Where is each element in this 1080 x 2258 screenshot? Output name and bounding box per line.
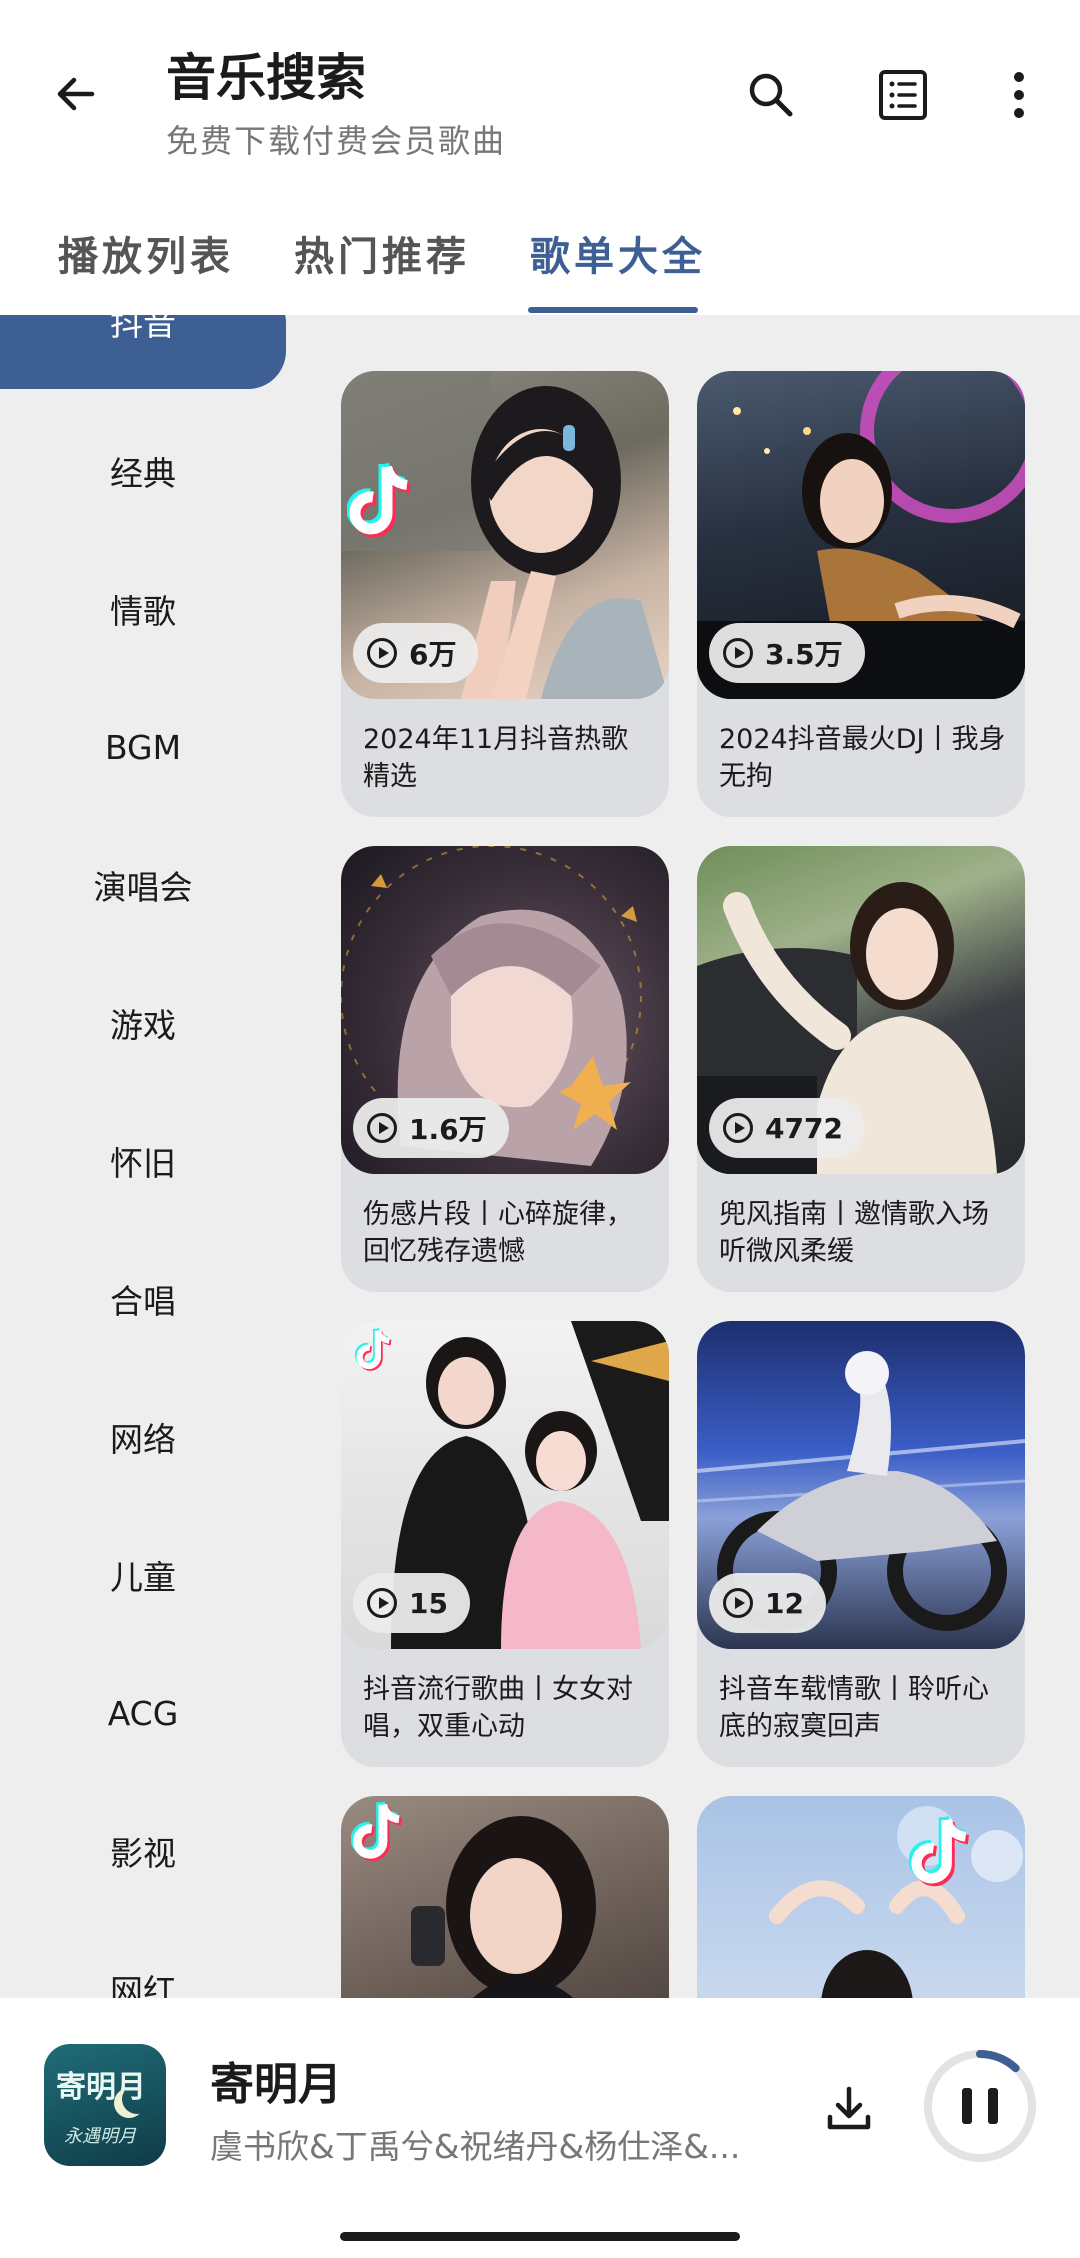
album-cover[interactable]: 寄明月 永遇明月 <box>44 2044 166 2166</box>
playlist-name: 2024抖音最火DJ丨我身无拘 <box>719 724 1006 792</box>
playlist-card[interactable]: 6万 2024年11月抖音热歌精选 <box>341 371 669 817</box>
category-item[interactable]: BGM <box>0 709 286 785</box>
mini-player[interactable]: 寄明月 永遇明月 寄明月 虞书欣&丁禹兮&祝绪丹&杨仕泽&... <box>0 1998 1080 2258</box>
content-area: 抖音 经典 情歌 BGM 演唱会 游戏 怀旧 合唱 网络 儿童 ACG 影视 网… <box>0 315 1080 1998</box>
category-item[interactable]: 儿童 <box>0 1537 286 1613</box>
list-icon[interactable] <box>868 60 938 130</box>
category-item[interactable]: 抖音 <box>0 315 286 389</box>
page-title: 音乐搜索 <box>166 49 366 107</box>
play-count: 1.6万 <box>409 1113 487 1146</box>
play-count: 4772 <box>765 1111 843 1145</box>
play-icon <box>723 638 753 668</box>
category-item[interactable]: 怀旧 <box>0 1123 286 1199</box>
play-count-badge: 12 <box>709 1573 826 1633</box>
playlist-name: 兜风指南丨邀情歌入场听微风柔缓 <box>719 1199 989 1267</box>
tab-playlist[interactable]: 播放列表 <box>58 224 234 282</box>
playlist-cover <box>697 1796 1025 1998</box>
playlist-card[interactable]: 15 抖音流行歌曲丨女女对唱，双重心动 <box>341 1321 669 1767</box>
playlist-name: 抖音流行歌曲丨女女对唱，双重心动 <box>363 1674 633 1742</box>
tab-hot[interactable]: 热门推荐 <box>294 224 470 282</box>
play-icon <box>723 1113 753 1143</box>
category-item[interactable]: 情歌 <box>0 571 286 647</box>
playlist-card[interactable]: 4772 兜风指南丨邀情歌入场听微风柔缓 <box>697 846 1025 1292</box>
moon-icon <box>122 2084 152 2114</box>
playlist-name: 抖音车载情歌丨聆听心底的寂寞回声 <box>719 1674 989 1742</box>
category-item[interactable]: 演唱会 <box>0 847 286 923</box>
more-vertical-icon[interactable] <box>984 60 1054 130</box>
playlist-name: 2024年11月抖音热歌精选 <box>363 724 629 792</box>
play-count: 15 <box>409 1586 448 1620</box>
home-indicator <box>340 2232 740 2241</box>
play-count-badge: 4772 <box>709 1098 865 1158</box>
play-icon <box>367 1113 397 1143</box>
playlist-card[interactable]: 12 抖音车载情歌丨聆听心底的寂寞回声 <box>697 1321 1025 1767</box>
play-count-badge: 6万 <box>353 623 479 683</box>
play-count-badge: 1.6万 <box>353 1098 509 1158</box>
tab-indicator <box>528 307 698 313</box>
tiktok-logo-icon <box>909 1815 970 1887</box>
play-count: 3.5万 <box>765 638 843 671</box>
category-item[interactable]: 经典 <box>0 433 286 509</box>
back-arrow-icon[interactable] <box>40 58 112 130</box>
category-item[interactable]: ACG <box>0 1675 286 1751</box>
category-item[interactable]: 游戏 <box>0 985 286 1061</box>
play-icon <box>367 1588 397 1618</box>
search-icon[interactable] <box>736 60 806 130</box>
play-count-badge: 15 <box>353 1573 470 1633</box>
playlist-card[interactable] <box>697 1796 1025 1998</box>
download-icon[interactable] <box>816 2076 882 2142</box>
pause-button[interactable] <box>920 2046 1040 2166</box>
tab-bar: 播放列表 热门推荐 歌单大全 <box>0 190 1080 315</box>
playlist-card[interactable] <box>341 1796 669 1998</box>
category-item[interactable]: 合唱 <box>0 1261 286 1337</box>
tiktok-logo-icon <box>351 1801 403 1862</box>
category-item[interactable]: 影视 <box>0 1813 286 1889</box>
tab-songlists[interactable]: 歌单大全 <box>530 224 706 282</box>
play-count: 6万 <box>409 638 457 671</box>
song-artist: 虞书欣&丁禹兮&祝绪丹&杨仕泽&... <box>210 2127 741 2166</box>
playlist-card[interactable]: 3.5万 2024抖音最火DJ丨我身无拘 <box>697 371 1025 817</box>
page-subtitle: 免费下载付费会员歌曲 <box>166 122 507 160</box>
tiktok-logo-icon <box>347 462 411 538</box>
category-item[interactable]: 网络 <box>0 1399 286 1475</box>
play-icon <box>367 638 397 668</box>
playlist-card[interactable]: 1.6万 伤感片段丨心碎旋律，回忆残存遗憾 <box>341 846 669 1292</box>
play-count-badge: 3.5万 <box>709 623 865 683</box>
category-item[interactable]: 网红 <box>0 1951 286 1998</box>
playlist-name: 伤感片段丨心碎旋律，回忆残存遗憾 <box>363 1199 633 1267</box>
song-title: 寄明月 <box>210 2059 342 2110</box>
category-sidebar[interactable]: 抖音 经典 情歌 BGM 演唱会 游戏 怀旧 合唱 网络 儿童 ACG 影视 网… <box>0 315 300 1998</box>
play-count: 12 <box>765 1586 804 1620</box>
album-cover-script: 永遇明月 <box>64 2126 136 2147</box>
tiktok-logo-icon <box>355 1328 392 1371</box>
app-header: 音乐搜索 免费下载付费会员歌曲 <box>0 0 1080 190</box>
play-icon <box>723 1588 753 1618</box>
